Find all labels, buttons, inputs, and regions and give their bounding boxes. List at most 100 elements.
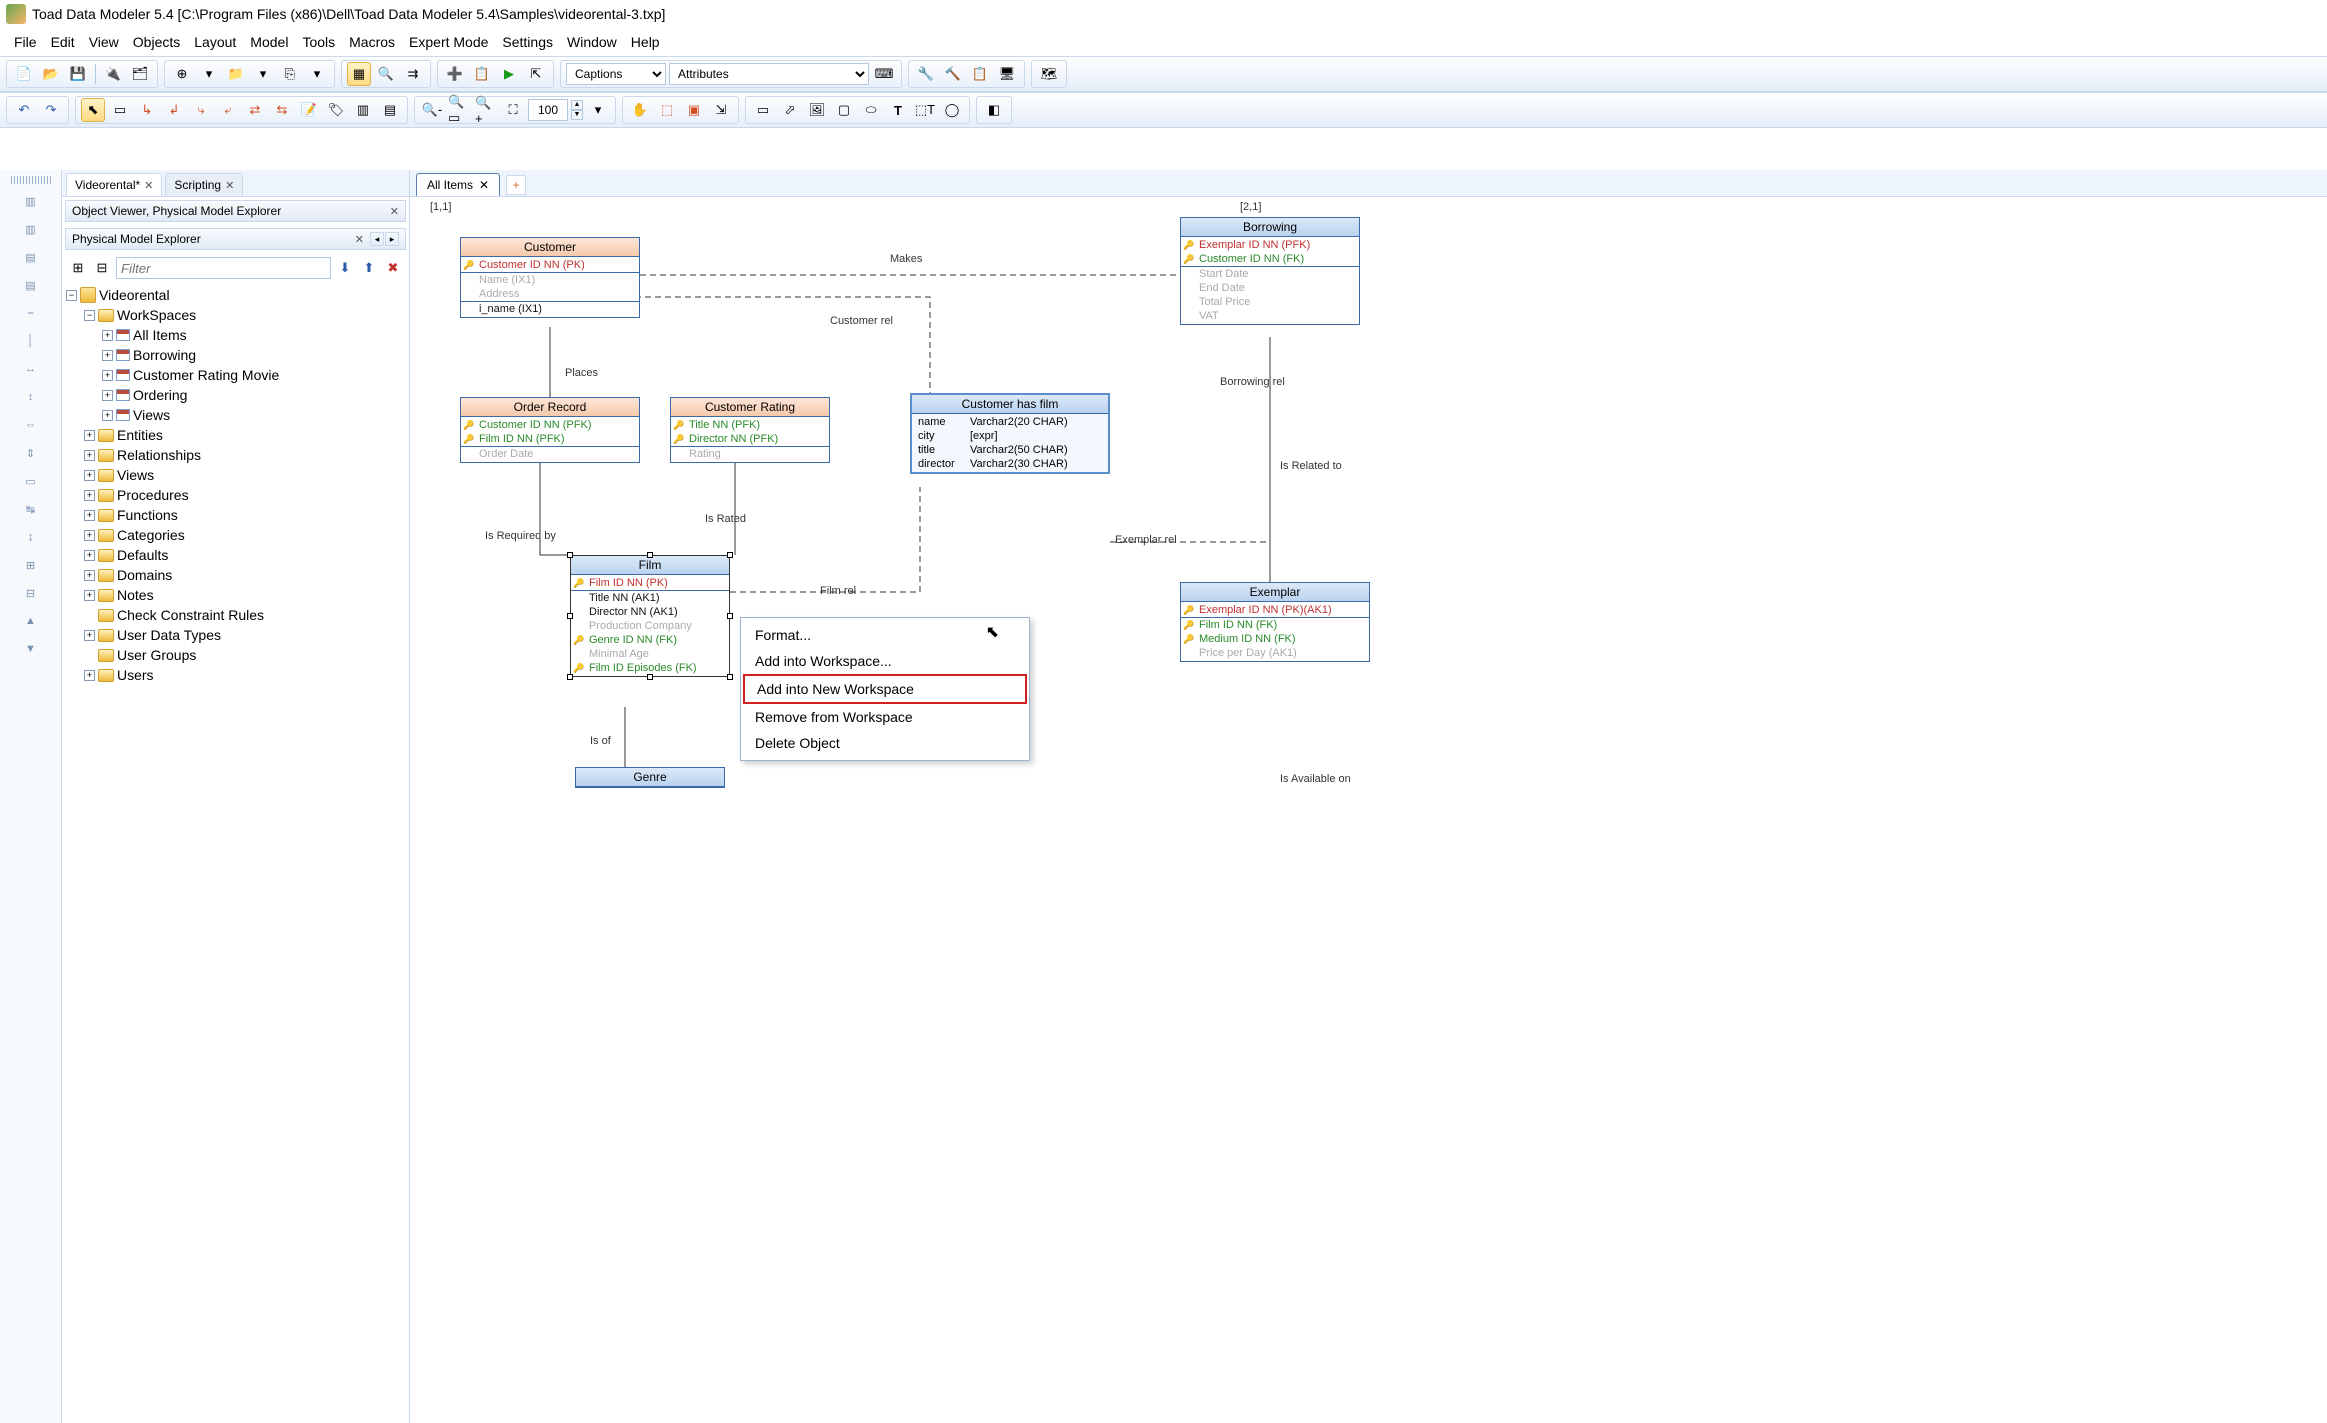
ctx-delete-object[interactable]: Delete Object bbox=[743, 730, 1027, 756]
shape-circle-button[interactable]: ◯ bbox=[940, 98, 964, 122]
entity-genre[interactable]: Genre bbox=[575, 767, 725, 788]
connect-button[interactable]: 🔌 bbox=[101, 62, 125, 86]
add-button[interactable]: ➕ bbox=[443, 62, 467, 86]
gutter-align-left[interactable]: ▥ bbox=[20, 190, 42, 212]
dropdown-icon[interactable]: ▾ bbox=[586, 98, 610, 122]
zoom-full-button[interactable]: ⛶ bbox=[501, 98, 525, 122]
shape-conn-button[interactable]: ⬀ bbox=[778, 98, 802, 122]
tab-all-items[interactable]: All Items ✕ bbox=[416, 173, 500, 196]
tree-root[interactable]: − Videorental bbox=[66, 285, 405, 305]
menu-window[interactable]: Window bbox=[567, 34, 617, 50]
menu-layout[interactable]: Layout bbox=[194, 34, 236, 50]
dropdown-icon[interactable]: ▾ bbox=[251, 62, 275, 86]
menu-model[interactable]: Model bbox=[250, 34, 288, 50]
tree-defaults[interactable]: +Defaults bbox=[84, 545, 405, 565]
run-button[interactable]: ▶ bbox=[497, 62, 521, 86]
gutter-same-size[interactable]: ▭ bbox=[20, 470, 42, 492]
note-tool[interactable]: 📝 bbox=[297, 98, 321, 122]
tree-categories[interactable]: +Categories bbox=[84, 525, 405, 545]
layout-tool[interactable]: ⇲ bbox=[709, 98, 733, 122]
zoom-value-input[interactable] bbox=[528, 99, 568, 121]
ctx-format[interactable]: Format... bbox=[743, 622, 1027, 648]
redo-button[interactable]: ↷ bbox=[39, 98, 63, 122]
entity-exemplar[interactable]: Exemplar 🔑Exemplar ID NN (PK)(AK1) 🔑Film… bbox=[1180, 582, 1370, 662]
entity-customer-has-film[interactable]: Customer has film nameVarchar2(20 CHAR) … bbox=[910, 393, 1110, 474]
menu-help[interactable]: Help bbox=[631, 34, 660, 50]
gutter-group[interactable]: ⊞ bbox=[20, 554, 42, 576]
tree-ws-item[interactable]: +All Items bbox=[102, 325, 405, 345]
ctx-remove-from-workspace[interactable]: Remove from Workspace bbox=[743, 704, 1027, 730]
menu-view[interactable]: View bbox=[89, 34, 119, 50]
keyboard-button[interactable]: ⌨ bbox=[872, 62, 896, 86]
rel-tool-5[interactable]: ⇄ bbox=[243, 98, 267, 122]
captions-select[interactable]: Captions bbox=[566, 63, 666, 85]
menu-file[interactable]: File bbox=[14, 34, 37, 50]
sort-up-icon[interactable]: ⬆ bbox=[359, 258, 379, 278]
sort-down-icon[interactable]: ⬇ bbox=[335, 258, 355, 278]
rel-tool-4[interactable]: ⤶ bbox=[216, 98, 240, 122]
add-folder-button[interactable]: 📁 bbox=[224, 62, 248, 86]
close-icon[interactable]: ✕ bbox=[355, 233, 364, 246]
gutter-dist-v[interactable]: ↕ bbox=[20, 386, 42, 408]
toggle-icon[interactable]: − bbox=[84, 310, 95, 321]
nav-prev[interactable]: ◂ bbox=[370, 232, 384, 246]
gutter-center-h[interactable]: ⎯ bbox=[20, 302, 42, 324]
tree-notes[interactable]: +Notes bbox=[84, 585, 405, 605]
tab-videorental[interactable]: Videorental* ✕ bbox=[66, 173, 162, 196]
rel-tool-6[interactable]: ⇆ bbox=[270, 98, 294, 122]
shape-ellipse-button[interactable]: ⬭ bbox=[859, 98, 883, 122]
add-item-button[interactable]: ⊕ bbox=[170, 62, 194, 86]
toggle-icon[interactable]: − bbox=[66, 290, 77, 301]
gutter-center-v[interactable]: │ bbox=[20, 330, 42, 352]
rel-tool-2[interactable]: ↲ bbox=[162, 98, 186, 122]
new-button[interactable]: 📄 bbox=[12, 62, 36, 86]
gutter-same-h[interactable]: ⇕ bbox=[20, 442, 42, 464]
tree-entities[interactable]: +Entities bbox=[84, 425, 405, 445]
tree-relationships[interactable]: +Relationships bbox=[84, 445, 405, 465]
select-area-tool[interactable]: ⬚ bbox=[655, 98, 679, 122]
tree-expand-icon[interactable]: ⊞ bbox=[68, 258, 88, 278]
close-icon[interactable]: ✕ bbox=[225, 179, 234, 192]
entity-customer[interactable]: Customer 🔑Customer ID NN (PK) Name (IX1)… bbox=[460, 237, 640, 318]
nav-next[interactable]: ▸ bbox=[385, 232, 399, 246]
save-button[interactable]: 💾 bbox=[66, 62, 90, 86]
rel-tool-1[interactable]: ↳ bbox=[135, 98, 159, 122]
gutter-align-right[interactable]: ▥ bbox=[20, 218, 42, 240]
extra-tool-button[interactable]: ◧ bbox=[982, 98, 1006, 122]
zoom-fit-button[interactable]: 🔍▭ bbox=[447, 98, 471, 122]
menu-macros[interactable]: Macros bbox=[349, 34, 395, 50]
tree-views[interactable]: +Views bbox=[84, 465, 405, 485]
tool-a-button[interactable]: 🔧 bbox=[914, 62, 938, 86]
zoom-in-button[interactable]: 🔍+ bbox=[474, 98, 498, 122]
tool-b-button[interactable]: 🔨 bbox=[941, 62, 965, 86]
tree-ws-item[interactable]: +Views bbox=[102, 405, 405, 425]
tree-users[interactable]: +Users bbox=[84, 665, 405, 685]
zoom-out-button[interactable]: 🔍- bbox=[420, 98, 444, 122]
diagram-canvas[interactable]: [1,1] [2,1] bbox=[410, 197, 2327, 1423]
gutter-same-w[interactable]: ⇔ bbox=[20, 414, 42, 436]
grid-button[interactable]: ▦ bbox=[347, 62, 371, 86]
entity-borrowing[interactable]: Borrowing 🔑Exemplar ID NN (PFK) 🔑Custome… bbox=[1180, 217, 1360, 325]
menu-edit[interactable]: Edit bbox=[51, 34, 75, 50]
undo-button[interactable]: ↶ bbox=[12, 98, 36, 122]
tree-ws-item[interactable]: +Customer Rating Movie bbox=[102, 365, 405, 385]
gutter-spacing-v[interactable]: ↨ bbox=[20, 526, 42, 548]
gutter-front[interactable]: ▲ bbox=[20, 610, 42, 632]
remove-button[interactable]: 📋 bbox=[470, 62, 494, 86]
open-button[interactable]: 📂 bbox=[39, 62, 63, 86]
category-tool[interactable]: ▤ bbox=[378, 98, 402, 122]
highlight-tool[interactable]: ▣ bbox=[682, 98, 706, 122]
entity-tool[interactable]: ▭ bbox=[108, 98, 132, 122]
tree-procedures[interactable]: +Procedures bbox=[84, 485, 405, 505]
tree-workspaces[interactable]: − WorkSpaces bbox=[84, 305, 405, 325]
shape-box-button[interactable]: ▢ bbox=[832, 98, 856, 122]
zoom-up[interactable]: ▲ bbox=[571, 100, 583, 110]
gutter-back[interactable]: ▼ bbox=[20, 638, 42, 660]
menu-objects[interactable]: Objects bbox=[133, 34, 180, 50]
stamp-tool[interactable]: 🏷 bbox=[324, 98, 348, 122]
entity-order-record[interactable]: Order Record 🔑Customer ID NN (PFK) 🔑Film… bbox=[460, 397, 640, 463]
tree-user-groups[interactable]: User Groups bbox=[84, 645, 405, 665]
pointer-tool[interactable]: ⬉ bbox=[81, 98, 105, 122]
swim-tool[interactable]: ▥ bbox=[351, 98, 375, 122]
dropdown-icon[interactable]: ▾ bbox=[305, 62, 329, 86]
